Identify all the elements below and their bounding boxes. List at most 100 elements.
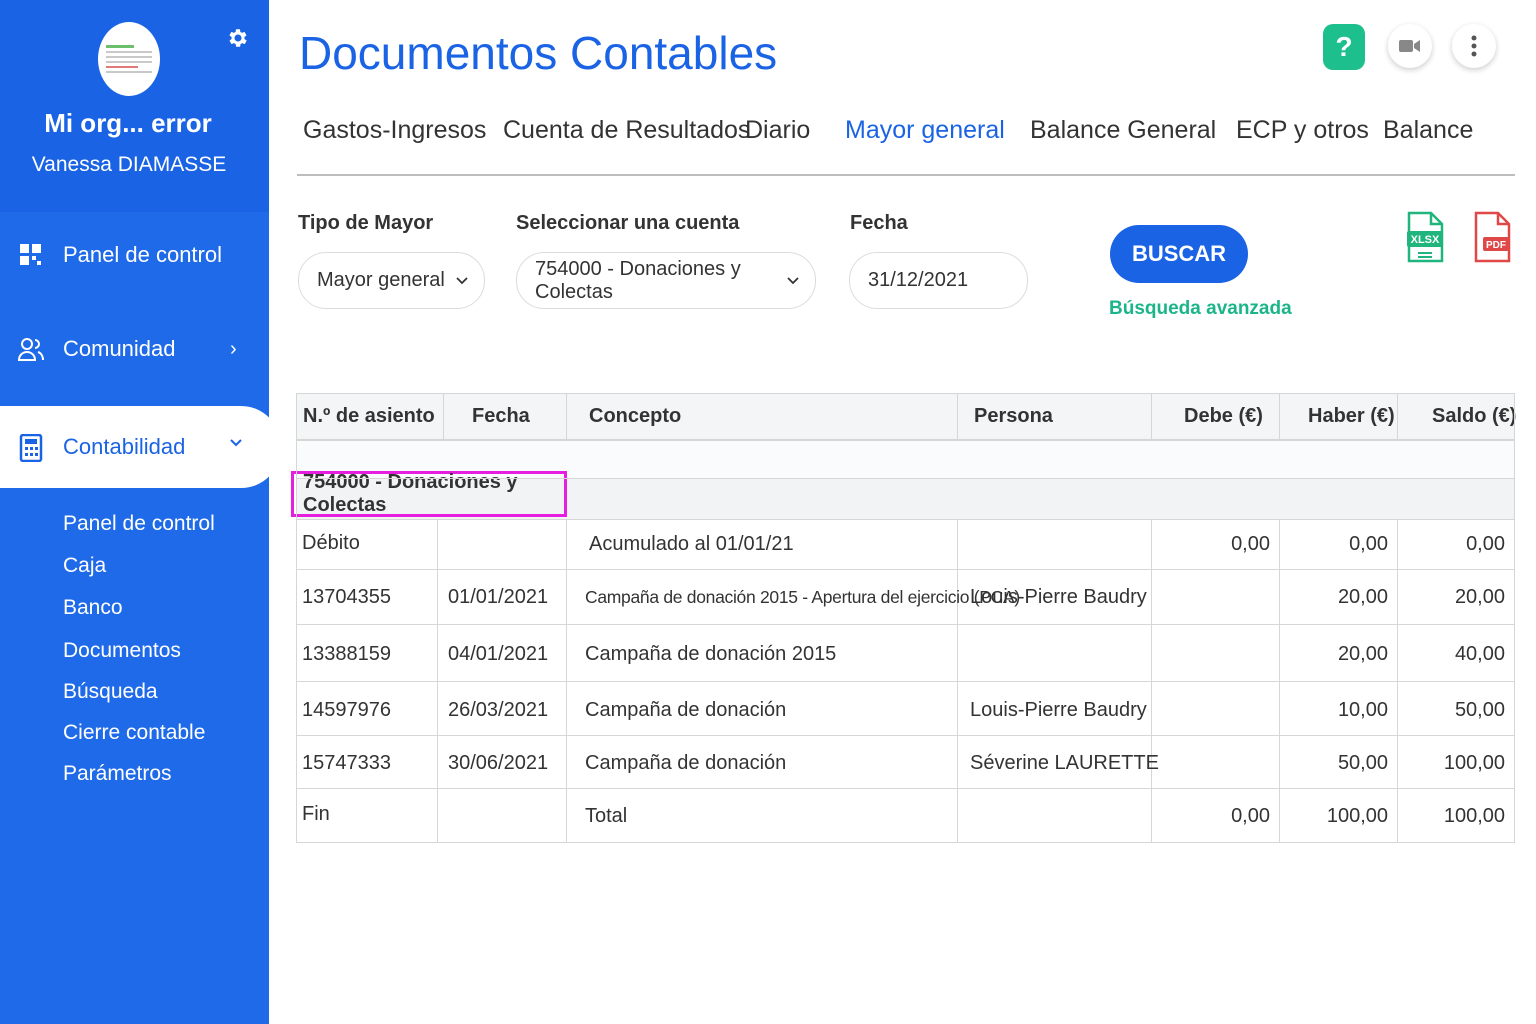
pdf-text: PDF [1486,240,1506,251]
tipo-mayor-label: Tipo de Mayor [298,212,434,234]
cell-asiento: Fin [302,803,330,825]
cell-haber: 50,00 [1337,752,1388,774]
dashboard-icon [20,244,41,265]
fecha-value: 31/12/2021 [868,269,969,291]
col-saldo[interactable]: Saldo (€) [1432,393,1516,440]
help-button[interactable]: ? [1323,24,1365,70]
cell-haber: 20,00 [1337,643,1388,665]
col-divider [1279,519,1280,843]
cell-asiento[interactable]: 15747333 [302,752,391,775]
col-haber[interactable]: Haber (€) [1308,393,1395,440]
cuenta-label: Seleccionar una cuenta [516,212,740,234]
more-vertical-icon [1471,35,1477,57]
row-divider [296,478,1515,479]
chevron-down-icon [230,439,242,447]
tab-balance[interactable]: Balance [1383,116,1473,145]
row-divider [296,681,1515,682]
chevron-down-icon [787,277,799,285]
cell-saldo: 20,00 [1454,586,1505,608]
cell-haber: 20,00 [1337,586,1388,608]
cell-saldo: 100,00 [1443,752,1505,774]
submenu-panel-de-control[interactable]: Panel de control [63,512,215,536]
tab-mayor-general[interactable]: Mayor general [845,116,1005,145]
cell-asiento[interactable]: 14597976 [302,699,391,722]
submenu-cierre-contable[interactable]: Cierre contable [63,721,205,745]
calculator-icon [19,434,43,462]
pdf-export-icon[interactable]: PDF [1473,211,1511,263]
cell-asiento[interactable]: 13388159 [302,643,391,666]
row-divider [296,735,1515,736]
user-name: Vanessa DIAMASSE [31,153,227,176]
col-asiento[interactable]: N.º de asiento [303,393,435,440]
col-divider [1397,393,1398,440]
cell-haber: 0,00 [1349,533,1388,555]
nav-panel-de-control[interactable]: Panel de control [0,225,269,285]
cell-concepto: Campaña de donación 2015 [585,643,837,665]
fecha-input[interactable]: 31/12/2021 [849,252,1028,309]
row-divider [296,788,1515,789]
col-divider [1279,393,1280,440]
col-divider [443,393,444,440]
col-debe[interactable]: Debe (€) [1184,393,1263,440]
submenu-parametros[interactable]: Parámetros [63,762,172,786]
tab-balance-general[interactable]: Balance General [1030,116,1216,145]
cell-concepto: Acumulado al 01/01/21 [589,533,794,555]
tab-gastos-ingresos[interactable]: Gastos-Ingresos [303,116,486,145]
cell-concepto: Campaña de donación [585,699,787,721]
cell-debe: 0,00 [1231,533,1270,555]
col-divider [1151,393,1152,440]
tab-diario[interactable]: Diario [745,116,810,145]
row-divider [296,440,1515,441]
tipo-mayor-select[interactable]: Mayor general [298,252,485,309]
tipo-mayor-value: Mayor general [317,269,445,291]
page-title: Documentos Contables [299,27,778,79]
cell-debe: 0,00 [1231,805,1270,827]
cell-fecha: 04/01/2021 [448,643,549,665]
submenu-caja[interactable]: Caja [63,554,106,578]
cell-persona: Louis-Pierre Baudry [970,699,1147,721]
cell-concepto: Campaña de donación [585,752,787,774]
col-divider [957,519,958,843]
org-logo[interactable] [98,22,160,96]
chevron-down-icon [456,277,468,285]
nav-label: Panel de control [63,242,222,267]
more-options-button[interactable] [1452,24,1496,68]
video-button[interactable] [1388,24,1432,68]
cuenta-value: 754000 - Donaciones y Colectas [535,257,741,303]
cell-haber: 100,00 [1326,805,1388,827]
tab-cuenta-de-resultados[interactable]: Cuenta de Resultados [503,116,750,145]
col-concepto[interactable]: Concepto [589,393,681,440]
nav-comunidad[interactable]: Comunidad › [0,319,269,379]
cell-concepto: Campaña de donación 2015 - Apertura del … [585,587,1020,607]
nav-label: Contabilidad [63,434,186,459]
submenu-banco[interactable]: Banco [63,596,123,620]
buscar-button[interactable]: BUSCAR [1110,225,1248,283]
row-divider [296,569,1515,570]
cell-asiento[interactable]: 13704355 [302,586,391,609]
cell-fecha: 01/01/2021 [448,586,549,608]
nav-contabilidad[interactable]: Contabilidad [0,406,281,488]
advanced-search-link[interactable]: Búsqueda avanzada [1109,298,1292,320]
tab-ecp-y-otros[interactable]: ECP y otros [1236,116,1369,145]
sidebar-header: Mi org... error Vanessa DIAMASSE [0,0,269,212]
col-persona[interactable]: Persona [974,393,1053,440]
submenu-documentos[interactable]: Documentos [63,639,181,663]
xlsx-export-icon[interactable]: XLSX [1406,211,1444,263]
cell-asiento: Débito [302,532,360,554]
col-divider [957,393,958,440]
submenu-busqueda[interactable]: Búsqueda [63,680,158,704]
cell-saldo: 50,00 [1454,699,1505,721]
col-divider [566,519,567,843]
gear-icon[interactable] [226,26,250,50]
col-divider [296,393,297,843]
col-divider [566,393,567,440]
people-icon [18,338,44,361]
col-fecha[interactable]: Fecha [472,393,530,440]
tab-divider [297,174,1515,176]
cell-persona: Séverine LAURETTE [970,752,1159,774]
col-divider [437,519,438,843]
col-divider [1397,519,1398,843]
row-divider [296,519,1515,520]
sidebar: Mi org... error Vanessa DIAMASSE Panel d… [0,0,281,1024]
cuenta-select[interactable]: 754000 - Donaciones y Colectas [516,252,816,309]
